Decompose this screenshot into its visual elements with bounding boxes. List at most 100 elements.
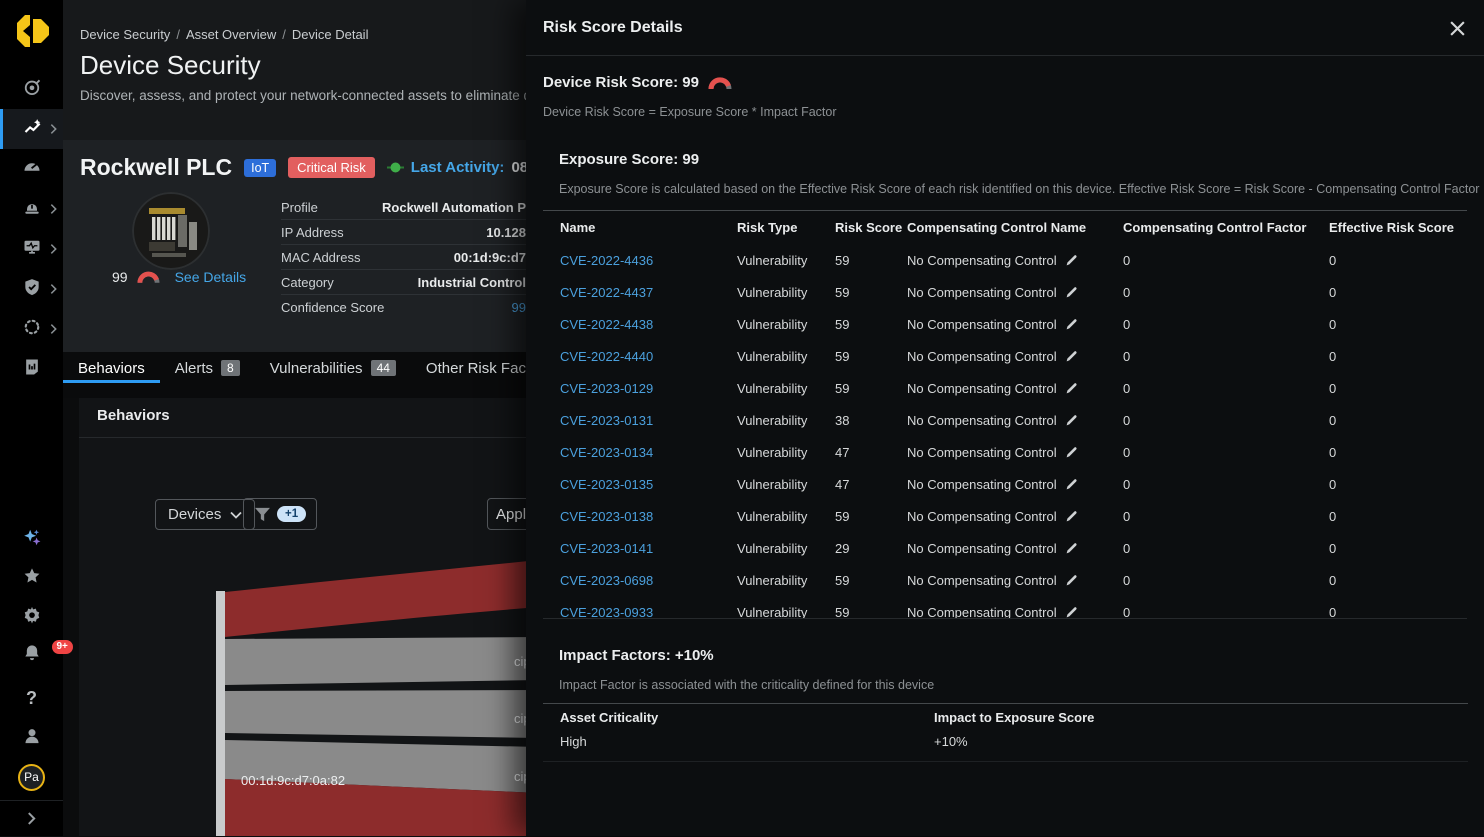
risk-table-column-header: Compensating Control Name	[907, 220, 1123, 235]
last-activity-link[interactable]: Last Activity:	[411, 159, 505, 176]
sidebar-item-gauge[interactable]	[0, 150, 63, 188]
filter-funnel-icon	[254, 507, 271, 522]
edit-pencil-icon[interactable]	[1065, 414, 1078, 427]
edit-pencil-icon[interactable]	[1065, 254, 1078, 267]
sidebar-item-alarm[interactable]	[0, 190, 63, 228]
risk-score-cell: 59	[835, 285, 907, 300]
profile-label: Confidence Score	[281, 300, 384, 315]
effective-score-cell: 0	[1329, 541, 1467, 556]
sidebar-item-gear[interactable]	[0, 598, 63, 636]
impact-column-header: Impact to Exposure Score	[934, 710, 1468, 725]
cve-link[interactable]: CVE-2022-4437	[560, 285, 737, 300]
sidebar-item-ai-sparkles[interactable]	[0, 521, 63, 559]
control-factor-cell: 0	[1123, 509, 1329, 524]
device-risk-score-heading: Device Risk Score: 99	[543, 74, 699, 91]
risk-table-row: CVE-2023-0135Vulnerability47No Compensat…	[543, 468, 1467, 500]
cortex-logo[interactable]	[11, 9, 53, 53]
edit-pencil-icon[interactable]	[1065, 478, 1078, 491]
shield-check-icon	[22, 277, 42, 302]
breadcrumb: Device Security / Asset Overview / Device De…	[80, 27, 368, 42]
cve-link[interactable]: CVE-2023-0141	[560, 541, 737, 556]
control-factor-cell: 0	[1123, 317, 1329, 332]
edit-pencil-icon[interactable]	[1065, 286, 1078, 299]
breadcrumb-separator: /	[282, 27, 286, 42]
risk-type-cell: Vulnerability	[737, 477, 835, 492]
asset-criticality-value: High	[560, 734, 934, 749]
page-title: Device Security	[80, 50, 261, 81]
sankey-flow-2[interactable]	[225, 690, 539, 738]
risk-table-column-header: Effective Risk Score	[1329, 220, 1467, 235]
behavior-sankey-chart[interactable]: 00:1d:9c:d7:0a:82 cip cip- cip-	[79, 550, 539, 836]
edit-pencil-icon[interactable]	[1065, 510, 1078, 523]
risk-score-cell: 47	[835, 477, 907, 492]
see-details-link[interactable]: See Details	[175, 269, 247, 285]
edit-pencil-icon[interactable]	[1065, 350, 1078, 363]
sidebar-item-help[interactable]: ?	[0, 679, 63, 717]
sidebar-item-user-avatar[interactable]: Pa	[0, 758, 63, 796]
alarm-icon	[22, 197, 42, 222]
edit-pencil-icon[interactable]	[1065, 542, 1078, 555]
effective-score-cell: 0	[1329, 253, 1467, 268]
sidebar-item-user[interactable]	[0, 719, 63, 757]
compensating-control-name: No Compensating Control	[907, 605, 1057, 619]
device-photo	[132, 192, 210, 270]
breadcrumb-item[interactable]: Device Detail	[292, 27, 369, 42]
user-icon	[22, 726, 42, 751]
edit-pencil-icon[interactable]	[1065, 318, 1078, 331]
sidebar-item-star[interactable]	[0, 559, 63, 597]
impact-factors-heading: Impact Factors: +10%	[559, 647, 714, 664]
effective-score-cell: 0	[1329, 605, 1467, 619]
sidebar-item-report[interactable]	[0, 350, 63, 388]
breadcrumb-item[interactable]: Device Security	[80, 27, 170, 42]
sidebar-item-route[interactable]	[0, 109, 63, 149]
cve-link[interactable]: CVE-2022-4440	[560, 349, 737, 364]
panel-title: Risk Score Details	[543, 19, 683, 37]
edit-pencil-icon[interactable]	[1065, 574, 1078, 587]
devices-dropdown[interactable]: Devices	[155, 499, 255, 530]
sidebar-item-monitor-pulse[interactable]	[0, 230, 63, 268]
sidebar-item-shield-check[interactable]	[0, 270, 63, 308]
risk-type-cell: Vulnerability	[737, 605, 835, 619]
filter-button[interactable]: +1	[243, 498, 317, 530]
risk-table-row: CVE-2022-4440Vulnerability59No Compensat…	[543, 340, 1467, 372]
edit-pencil-icon[interactable]	[1065, 446, 1078, 459]
route-icon	[23, 117, 43, 142]
effective-score-cell: 0	[1329, 445, 1467, 460]
control-factor-cell: 0	[1123, 253, 1329, 268]
sidebar-item-dotted-circle[interactable]	[0, 310, 63, 348]
close-icon[interactable]	[1447, 18, 1467, 38]
cve-link[interactable]: CVE-2023-0131	[560, 413, 737, 428]
edit-pencil-icon[interactable]	[1065, 382, 1078, 395]
sidebar-item-bell[interactable]: 9+	[0, 636, 63, 674]
cve-link[interactable]: CVE-2023-0933	[560, 605, 737, 619]
sidebar-collapse-button[interactable]	[0, 799, 63, 837]
cve-link[interactable]: CVE-2023-0129	[560, 381, 737, 396]
tab-label: Behaviors	[78, 360, 145, 377]
effective-score-cell: 0	[1329, 349, 1467, 364]
sankey-flow-1[interactable]	[225, 637, 539, 685]
tab-count-badge: 8	[221, 360, 240, 376]
cve-link[interactable]: CVE-2022-4436	[560, 253, 737, 268]
tab-behaviors[interactable]: Behaviors	[63, 356, 160, 383]
tab-vulnerabilities[interactable]: Vulnerabilities44	[255, 356, 411, 383]
cve-link[interactable]: CVE-2023-0134	[560, 445, 737, 460]
sankey-node-bar[interactable]	[216, 591, 225, 836]
sankey-risk-flow-top[interactable]	[225, 560, 539, 637]
cve-link[interactable]: CVE-2022-4438	[560, 317, 737, 332]
cve-link[interactable]: CVE-2023-0135	[560, 477, 737, 492]
tab-alerts[interactable]: Alerts8	[160, 356, 255, 383]
effective-score-cell: 0	[1329, 381, 1467, 396]
profile-label: Category	[281, 275, 334, 290]
cve-link[interactable]: CVE-2023-0698	[560, 573, 737, 588]
sidebar: 9+? Pa	[0, 0, 63, 836]
cve-link[interactable]: CVE-2023-0138	[560, 509, 737, 524]
sidebar-item-target[interactable]	[0, 70, 63, 108]
edit-pencil-icon[interactable]	[1065, 606, 1078, 619]
profile-value[interactable]: 99	[512, 300, 526, 315]
breadcrumb-item[interactable]: Asset Overview	[186, 27, 276, 42]
compensating-control-cell: No Compensating Control	[907, 509, 1123, 524]
breadcrumb-separator: /	[176, 27, 180, 42]
compensating-control-name: No Compensating Control	[907, 253, 1057, 268]
risk-table-column-header: Compensating Control Factor	[1123, 220, 1329, 235]
effective-score-cell: 0	[1329, 317, 1467, 332]
